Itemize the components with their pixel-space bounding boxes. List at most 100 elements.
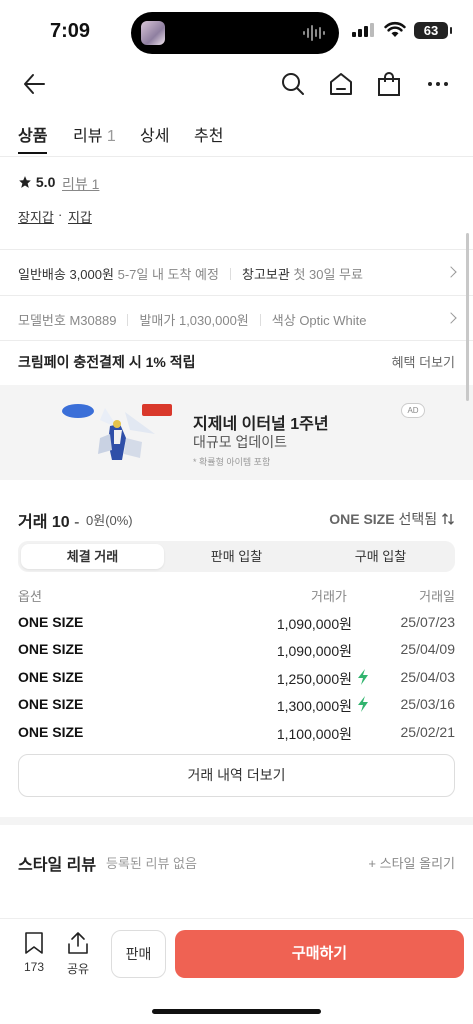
size-selector[interactable]: ONE SIZE 선택됨 [329, 509, 455, 529]
more-trades-button[interactable]: 거래 내역 더보기 [18, 754, 455, 797]
category-separator: · [58, 207, 63, 222]
section-divider [0, 295, 473, 296]
table-row-date: 25/03/16 [400, 696, 456, 712]
ad-title: 지제네 이터널 1주년 [193, 416, 329, 433]
promo-title: 크림페이 충전결제 시 1% 적립 [18, 354, 196, 370]
tab-recommend-label: 추천 [194, 128, 224, 145]
battery-indicator: 63 [414, 22, 452, 39]
fast-delivery-bolt-icon [358, 669, 368, 685]
table-row-date: 25/04/09 [400, 641, 456, 657]
model-number: M30889 [69, 313, 117, 328]
color-value: Optic White [299, 313, 367, 328]
tab-product-label: 상품 [18, 128, 48, 145]
scrollbar[interactable] [466, 233, 469, 401]
shipping-label: 일반배송 [18, 267, 66, 282]
dynamic-island [131, 12, 339, 54]
shipping-eta: 5-7일 내 도착 예정 [117, 267, 219, 282]
table-row-price: 1,300,000원 [276, 698, 352, 714]
release-price: 1,030,000원 [178, 313, 249, 328]
trades-dash: - [74, 514, 80, 531]
separator [259, 314, 261, 326]
segment-buy-bids[interactable]: 구매 입찰 [309, 544, 452, 569]
table-row-size: ONE SIZE [18, 669, 84, 685]
ad-badge: AD [401, 403, 425, 418]
now-playing-artwork [141, 21, 165, 45]
status-time: 7:09 [50, 20, 91, 42]
selected-size: ONE SIZE [329, 511, 395, 527]
tab-review-count: 1 [106, 128, 116, 145]
table-row-price: 1,090,000원 [276, 643, 352, 659]
arrow-left-icon[interactable] [21, 70, 49, 98]
more-icon[interactable] [424, 70, 452, 98]
style-review-title: 스타일 리뷰 [18, 857, 97, 874]
trades-price-change: 0원(0%) [86, 513, 133, 528]
column-price: 거래가 [311, 589, 347, 604]
tab-recommend[interactable]: 추천 [194, 122, 223, 146]
table-row-size: ONE SIZE [18, 696, 84, 712]
style-review-empty-text: 등록된 리뷰 없음 [106, 856, 197, 871]
tab-product[interactable]: 상품 [18, 122, 47, 146]
active-tab-indicator [18, 152, 47, 154]
rating: 5.0 [18, 174, 55, 190]
section-divider [0, 340, 473, 341]
color-label: 색상 [271, 313, 296, 328]
column-date: 거래일 [419, 589, 455, 604]
trade-type-segmented-control: 체결 거래 판매 입찰 구매 입찰 [18, 541, 455, 572]
model-label: 모델번호 [18, 313, 66, 328]
home-icon[interactable] [327, 70, 355, 98]
separator [127, 314, 129, 326]
ad-artwork [62, 404, 172, 460]
share-button[interactable]: 공유 [62, 931, 94, 977]
category-link-wallet[interactable]: 지갑 [68, 207, 92, 226]
share-label: 공유 [66, 962, 90, 976]
ad-subtitle: 대규모 업데이트 [193, 434, 288, 450]
share-icon [68, 932, 88, 954]
shipping-row[interactable]: 일반배송 3,000원 5-7일 내 도착 예정 창고보관 첫 30일 무료 [18, 264, 363, 283]
tab-detail[interactable]: 상세 [140, 122, 169, 146]
tabs-divider [0, 156, 473, 157]
table-row-date: 25/04/03 [400, 669, 456, 685]
separator [229, 268, 231, 280]
review-link[interactable]: 리뷰 1 [62, 174, 99, 194]
tab-review[interactable]: 리뷰 1 [73, 122, 116, 146]
section-divider [0, 817, 473, 825]
fast-delivery-bolt-icon [358, 696, 368, 712]
rating-score: 5.0 [35, 174, 56, 190]
table-row-price: 1,250,000원 [276, 671, 352, 687]
buy-button[interactable]: 구매하기 [175, 930, 464, 978]
sort-arrows-icon [442, 513, 454, 525]
tab-detail-label: 상세 [140, 128, 170, 145]
shipping-price: 3,000원 [69, 267, 114, 282]
segment-completed-trades[interactable]: 체결 거래 [21, 544, 164, 569]
search-icon[interactable] [279, 70, 307, 98]
table-row-size: ONE SIZE [18, 724, 84, 740]
specs-row[interactable]: 모델번호 M30889 발매가 1,030,000원 색상 Optic White [18, 310, 367, 329]
storage-label: 창고보관 [241, 267, 290, 282]
bookmark-count: 173 [23, 960, 45, 974]
segment-sell-bids[interactable]: 판매 입찰 [165, 544, 308, 569]
table-row-price: 1,100,000원 [276, 726, 352, 742]
storage-note: 첫 30일 무료 [293, 267, 363, 282]
tab-review-label: 리뷰 [73, 128, 103, 145]
cellular-signal-icon [352, 23, 374, 37]
bookmark-icon [25, 932, 43, 954]
category-link-long-wallet[interactable]: 장지갑 [18, 207, 54, 226]
promo-benefits-link[interactable]: 혜택 더보기 [392, 352, 455, 371]
bookmark-button[interactable]: 173 [18, 931, 50, 974]
home-indicator[interactable] [152, 1009, 321, 1014]
table-row-size: ONE SIZE [18, 641, 84, 657]
shopping-bag-icon[interactable] [375, 70, 403, 98]
upload-style-link[interactable]: + 스타일 올리기 [368, 853, 455, 872]
trades-title: 거래 10 - [18, 508, 79, 532]
table-row-size: ONE SIZE [18, 614, 84, 630]
sell-button[interactable]: 판매 [111, 930, 166, 978]
section-divider [0, 249, 473, 250]
chevron-right-icon [445, 266, 457, 278]
release-label: 발매가 [139, 313, 176, 328]
ad-note: * 확률형 아이템 포함 [193, 457, 271, 467]
table-row-date: 25/07/23 [400, 614, 456, 630]
audio-wave-icon [303, 25, 325, 41]
trades-count: 거래 10 [18, 514, 70, 531]
wifi-icon [384, 21, 406, 37]
size-selected-label: 선택됨 [398, 511, 438, 527]
